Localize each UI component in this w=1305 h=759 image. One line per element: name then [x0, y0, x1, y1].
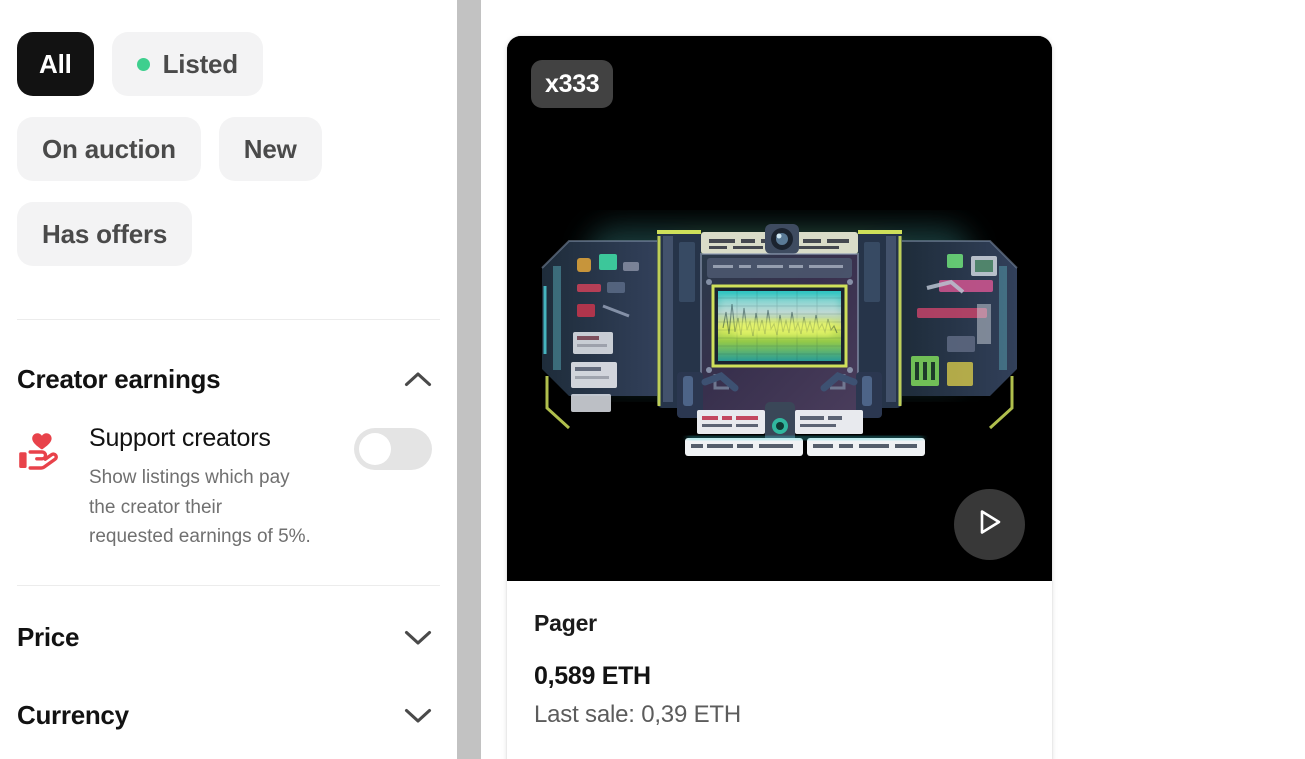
support-creators-text: Support creators Show listings which pay…	[58, 423, 354, 552]
support-creators-row: Support creators Show listings which pay…	[0, 423, 457, 552]
play-button[interactable]	[954, 489, 1025, 560]
nft-marketplace-screen: All Listed On auction New Has offers Cre…	[0, 0, 1305, 759]
chevron-up-icon[interactable]	[404, 371, 432, 388]
support-creators-toggle[interactable]	[354, 428, 432, 470]
nft-card-media[interactable]: x333	[507, 36, 1052, 581]
filter-chip-new-label: New	[243, 133, 297, 164]
nft-last-sale: Last sale: 0,39 ETH	[534, 701, 741, 728]
nft-price: 0,589 ETH	[534, 662, 651, 690]
chevron-down-icon[interactable]	[404, 629, 432, 646]
section-title-creator-earnings: Creator earnings	[17, 363, 221, 394]
section-title-price: Price	[17, 622, 80, 652]
section-header-creator-earnings[interactable]: Creator earnings	[0, 351, 457, 407]
sidebar-divider	[17, 584, 440, 586]
filter-chip-row: On auction New	[0, 117, 457, 181]
filter-chip-new[interactable]: New	[218, 117, 322, 181]
filter-chip-has-offers[interactable]: Has offers	[17, 202, 193, 266]
listed-status-dot-icon	[136, 57, 150, 71]
filter-chip-listed-label: Listed	[162, 48, 239, 79]
edition-count-badge: x333	[531, 60, 614, 108]
support-creators-title: Support creators	[89, 424, 271, 452]
page-scrollbar[interactable]	[457, 0, 481, 759]
filter-chip-row: All Listed	[0, 32, 457, 96]
nft-card[interactable]: x333 Pager 0,589 ETH Last sale: 0,39 ETH	[507, 36, 1052, 759]
chevron-down-icon[interactable]	[404, 707, 432, 724]
filter-chip-on-auction-label: On auction	[42, 133, 176, 164]
play-triangle-icon	[976, 507, 1004, 542]
filters-sidebar: All Listed On auction New Has offers Cre…	[0, 0, 457, 759]
nft-grid-area: x333 Pager 0,589 ETH Last sale: 0,39 ETH	[481, 0, 1305, 759]
filter-chip-all-label: All	[39, 48, 72, 79]
sidebar-divider	[17, 319, 440, 320]
section-header-price[interactable]: Price	[0, 610, 457, 666]
support-creators-description: Show listings which pay the creator thei…	[89, 467, 311, 547]
nft-title: Pager	[534, 610, 597, 636]
hand-holding-heart-icon	[18, 432, 58, 475]
nft-card-info: Pager 0,589 ETH Last sale: 0,39 ETH	[507, 581, 1052, 729]
filter-chip-row: Has offers	[0, 202, 457, 266]
filter-chip-has-offers-label: Has offers	[42, 218, 168, 249]
filter-chip-listed[interactable]: Listed	[111, 32, 263, 96]
toggle-knob	[359, 433, 391, 465]
filter-chip-all[interactable]: All	[17, 32, 94, 96]
filter-chip-on-auction[interactable]: On auction	[17, 117, 201, 181]
filter-chip-group: All Listed On auction New Has offers	[0, 32, 457, 266]
section-title-currency: Currency	[17, 700, 129, 730]
section-header-currency[interactable]: Currency	[0, 688, 457, 744]
